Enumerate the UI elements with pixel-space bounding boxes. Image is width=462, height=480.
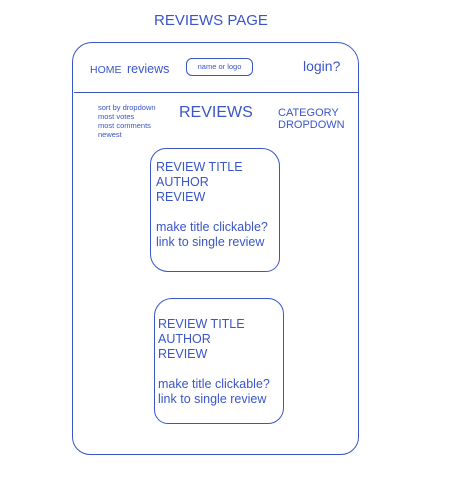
sort-dropdown[interactable]: sort by dropdown most votes most comment… <box>98 103 168 139</box>
nav-home-link[interactable]: HOME <box>90 64 122 76</box>
login-link[interactable]: login? <box>303 58 340 74</box>
review-card-content: REVIEW TITLE AUTHOR REVIEW make title cl… <box>158 317 270 407</box>
sort-option-most-votes[interactable]: most votes <box>98 112 168 121</box>
nav-reviews-link[interactable]: reviews <box>127 62 169 76</box>
review-body: REVIEW <box>158 347 208 361</box>
reviews-heading: REVIEWS <box>179 104 253 121</box>
header-divider <box>74 92 359 93</box>
page-title: REVIEWS PAGE <box>154 12 268 29</box>
review-note-spacer <box>156 205 268 220</box>
sort-option-most-comments[interactable]: most comments <box>98 121 168 130</box>
review-author: AUTHOR <box>158 332 211 346</box>
review-title[interactable]: REVIEW TITLE <box>156 160 268 175</box>
review-note-link: link to single review <box>158 392 267 406</box>
review-note-clickable: make title clickable? <box>156 220 268 234</box>
logo-placeholder[interactable]: name or logo <box>186 58 253 76</box>
review-card-content: REVIEW TITLE AUTHOR REVIEW make title cl… <box>156 160 268 250</box>
category-dropdown[interactable]: CATEGORY DROPDOWN <box>278 107 345 131</box>
review-note-link: link to single review <box>156 235 265 249</box>
review-title[interactable]: REVIEW TITLE <box>158 317 270 332</box>
review-body: REVIEW <box>156 190 206 204</box>
review-author: AUTHOR <box>156 175 209 189</box>
sort-dropdown-label[interactable]: sort by dropdown <box>98 103 168 112</box>
review-note-clickable: make title clickable? <box>158 377 270 391</box>
review-note-spacer <box>158 362 270 377</box>
sort-option-newest[interactable]: newest <box>98 130 168 139</box>
